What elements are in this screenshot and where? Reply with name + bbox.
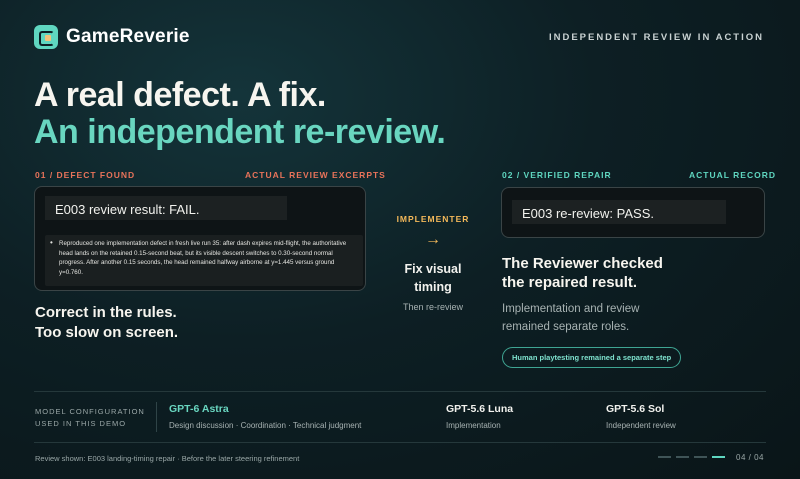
slide-tag: INDEPENDENT REVIEW IN ACTION (548, 32, 764, 43)
reviewer-summary-2: the repaired result. (502, 274, 638, 291)
progress-dot-active (712, 456, 725, 458)
roles-detail-2: remained separate roles. (502, 321, 630, 333)
model-desc: Implementation (446, 421, 501, 430)
model-config-label: MODEL CONFIGURATION USED IN THIS DEMO (35, 406, 145, 430)
model-config-label-2: USED IN THIS DEMO (35, 419, 127, 428)
defect-summary-2: Too slow on screen. (35, 324, 179, 341)
defect-found-label: 01 / DEFECT FOUND (35, 170, 136, 180)
model-name: GPT-5.6 Luna (446, 403, 514, 415)
review-fail-result: E003 review result: FAIL. (45, 196, 287, 220)
review-excerpts-label: ACTUAL REVIEW EXCERPTS (245, 170, 386, 180)
actual-record-label: ACTUAL RECORD (689, 170, 776, 180)
model-desc: Independent review (606, 421, 676, 430)
model-sol: GPT-5.6 Sol Independent review (606, 403, 676, 430)
model-name: GPT-5.6 Sol (606, 403, 665, 415)
fix-action-2: timing (414, 280, 452, 294)
fix-action-1: Fix visual (404, 262, 462, 276)
progress-dot (694, 456, 707, 458)
headline-line-2: An independent re-review. (34, 113, 446, 151)
then-rereview: Then re-review (402, 302, 464, 312)
rereview-card: E003 re-review: PASS. (501, 187, 765, 238)
brand: GameReverie (34, 25, 190, 49)
verified-repair-label: 02 / VERIFIED REPAIR (502, 170, 612, 180)
reviewer-summary-1: The Reviewer checked (502, 255, 663, 272)
model-luna: GPT-5.6 Luna Implementation (446, 403, 513, 430)
implementer-label: IMPLEMENTER (396, 214, 470, 224)
divider-bottom (34, 442, 766, 443)
gamepad-logo-icon (34, 25, 58, 49)
progress-dot (676, 456, 689, 458)
config-separator (156, 402, 157, 432)
headline-line-1: A real defect. A fix. (34, 76, 326, 114)
defect-review-card: E003 review result: FAIL. Reproduced one… (34, 186, 366, 291)
defect-summary-1: Correct in the rules. (35, 304, 177, 321)
model-astra: GPT-6 Astra Design discussion · Coordina… (169, 403, 361, 430)
divider-top (34, 391, 766, 392)
model-config-label-1: MODEL CONFIGURATION (35, 407, 145, 416)
progress-dot (658, 456, 671, 458)
rereview-pass-result: E003 re-review: PASS. (512, 200, 726, 224)
page-number: 04 / 04 (736, 453, 764, 462)
model-desc: Design discussion · Coordination · Techn… (169, 421, 362, 430)
model-name: GPT-6 Astra (169, 403, 229, 415)
footer-note: Review shown: E003 landing-timing repair… (35, 454, 300, 463)
roles-detail-1: Implementation and review (502, 303, 640, 315)
arrow-right-icon: → (425, 231, 441, 248)
brand-name: GameReverie (66, 26, 190, 47)
playtesting-badge: Human playtesting remained a separate st… (502, 347, 682, 368)
defect-description: Reproduced one implementation defect in … (45, 235, 363, 286)
slide-progress (658, 456, 725, 458)
